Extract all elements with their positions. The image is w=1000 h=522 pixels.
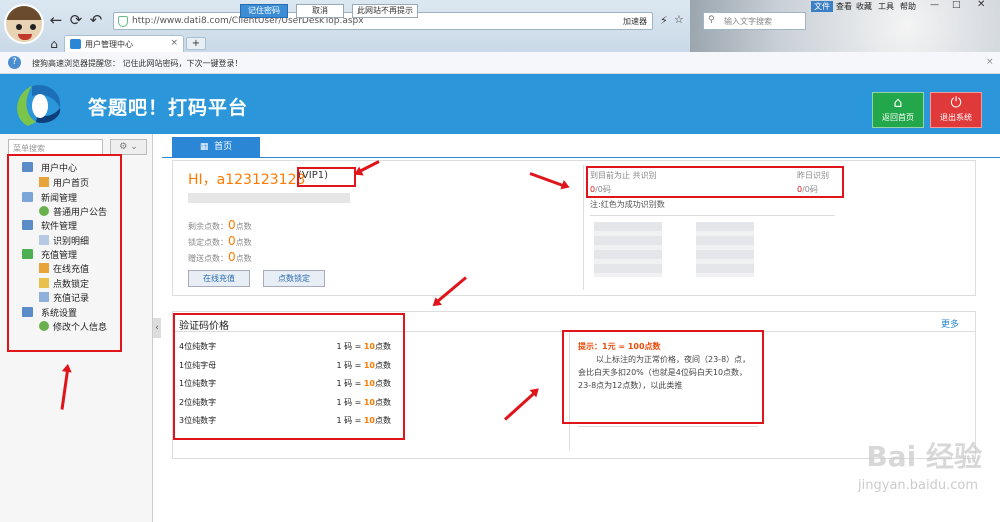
menu-help[interactable]: 帮助: [900, 1, 916, 12]
notice-close-icon[interactable]: ×: [986, 57, 994, 67]
note-divider: [590, 215, 835, 216]
book-icon: ▦: [199, 142, 209, 152]
collapse-sidebar-toggle[interactable]: ‹: [153, 318, 161, 338]
menu-settings-button[interactable]: ⚙ ⌄: [110, 139, 147, 155]
power-icon: ⏻: [950, 95, 962, 111]
home-icon[interactable]: ⌂: [46, 36, 62, 52]
star-icon[interactable]: ☆: [674, 13, 684, 26]
progress-placeholder: [188, 193, 350, 203]
greeting: HI，a123123123: [188, 172, 306, 188]
baidu-watermark-url: jingyan.baidu.com: [858, 478, 978, 493]
locked-points: 锁定点数：0点数: [188, 234, 252, 248]
tab-close-icon[interactable]: ×: [170, 38, 178, 48]
return-home-button[interactable]: ⌂ 返回首页: [872, 92, 924, 128]
tip-underline: [578, 426, 758, 427]
chevron-down-icon: ⌄: [130, 142, 138, 152]
menu-tools[interactable]: 工具: [878, 1, 894, 12]
logout-label: 退出系统: [940, 113, 972, 122]
refresh-icon[interactable]: ⟳: [68, 12, 84, 28]
house-icon: ⌂: [893, 95, 903, 111]
close-window-icon[interactable]: ✕: [977, 0, 985, 10]
annotation-box-vip: [297, 167, 356, 187]
blurred-chart-right: [696, 222, 754, 277]
menu-search-input[interactable]: 菜单搜索: [8, 139, 103, 155]
annotation-box-tip: [562, 330, 764, 424]
recognition-note: 注:红色为成功识别数: [590, 200, 665, 209]
gift-points: 赠送点数：0点数: [188, 250, 252, 264]
menu-favorites[interactable]: 收藏: [856, 1, 872, 12]
cancel-button[interactable]: 取消: [296, 4, 344, 18]
menu-view[interactable]: 查看: [836, 1, 852, 12]
tab-user-center[interactable]: 用户管理中心 ×: [64, 35, 184, 52]
logout-button[interactable]: ⏻ 退出系统: [930, 92, 982, 128]
more-link[interactable]: 更多: [941, 317, 959, 330]
panel-divider: [583, 165, 584, 290]
bulb-icon: ?: [8, 56, 21, 69]
blurred-chart-left: [594, 222, 662, 277]
baidu-watermark: Bai 经验: [866, 440, 982, 473]
tab-favicon-icon: [70, 39, 81, 49]
back-icon[interactable]: ←: [48, 12, 64, 28]
maximize-icon[interactable]: □: [952, 0, 961, 10]
shield-icon: [118, 16, 128, 27]
remaining-points: 剩余点数：0点数: [188, 218, 252, 232]
tab-home[interactable]: ▦ 首页: [172, 137, 260, 157]
gear-icon: ⚙: [119, 142, 128, 152]
lightning-icon[interactable]: ⚡: [660, 14, 668, 27]
return-home-label: 返回首页: [882, 113, 914, 122]
remember-password-button[interactable]: 记住密码: [240, 4, 288, 18]
accelerator-label[interactable]: 加速器: [623, 16, 647, 27]
password-notice-bar: ? 搜狗高速浏览器提醒您： 记住此网站密码，下次一键登录！: [0, 52, 1000, 74]
annotation-box-prices: [173, 313, 405, 440]
browser-search-input[interactable]: ⚲ 输入文字搜索: [703, 12, 806, 30]
annotation-box-recognition: [586, 166, 844, 198]
menu-search-placeholder: 菜单搜索: [13, 144, 45, 153]
lock-points-button[interactable]: 点数锁定: [263, 270, 325, 287]
tab-title: 用户管理中心: [85, 40, 133, 49]
tab-home-label: 首页: [214, 142, 233, 152]
never-remind-button[interactable]: 此网站不再提示: [352, 4, 418, 18]
user-avatar[interactable]: [4, 4, 44, 44]
site-logo: [10, 80, 65, 130]
search-icon: ⚲: [708, 15, 715, 25]
online-recharge-button[interactable]: 在线充值: [188, 270, 250, 287]
menu-file[interactable]: 文件: [811, 1, 833, 12]
site-title: 答题吧！打码平台: [88, 97, 249, 119]
undo-icon[interactable]: ↶: [88, 12, 104, 28]
new-tab-button[interactable]: +: [186, 37, 206, 50]
tab-underline: [162, 157, 1000, 158]
annotation-box-menu: [7, 154, 122, 352]
search-placeholder: 输入文字搜索: [724, 17, 772, 26]
minimize-icon[interactable]: —: [930, 0, 939, 10]
notice-text: 搜狗高速浏览器提醒您： 记住此网站密码，下次一键登录！: [32, 59, 243, 68]
